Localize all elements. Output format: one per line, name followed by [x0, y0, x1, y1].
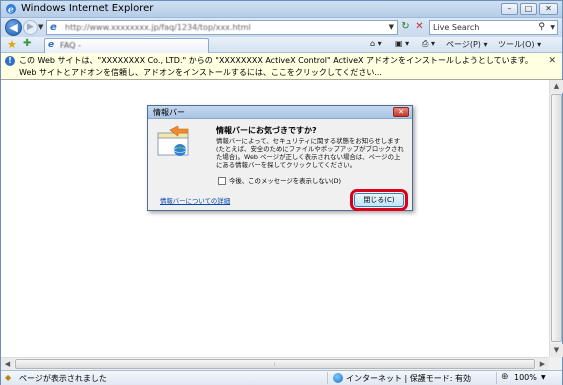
- search-placeholder[interactable]: Live Search: [433, 23, 479, 32]
- page-icon: e: [50, 22, 57, 33]
- print-icon[interactable]: ⎙ ▾: [422, 39, 435, 49]
- address-url[interactable]: http://www.xxxxxxxx.jp/faq/1234/top/xxx.…: [65, 23, 251, 32]
- dialog-body-text: 情報バーによって、セキュリティに関する状態をお知らせします (たとえば、安全のた…: [216, 137, 404, 169]
- browser-window: e Windows Internet Explorer – □ ✕ ◀ ▶ ▼ …: [0, 0, 563, 385]
- search-box[interactable]: Live Search ⚲ ▼: [429, 20, 558, 35]
- scroll-right-icon[interactable]: ▶: [536, 358, 549, 370]
- dialog-close-text-button[interactable]: 閉じる(C): [354, 193, 404, 207]
- status-divider: [327, 372, 328, 384]
- browser-tab[interactable]: e FAQ -: [44, 38, 209, 53]
- tab-label[interactable]: FAQ -: [60, 41, 81, 50]
- maximize-button[interactable]: □: [520, 3, 537, 15]
- security-zone-text[interactable]: インターネット | 保護モード: 有効: [346, 373, 471, 384]
- page-menu-label[interactable]: ページ(P): [446, 40, 481, 49]
- page-menu[interactable]: ページ(P) ▾: [446, 39, 487, 50]
- search-dropdown-icon[interactable]: ▼: [550, 24, 555, 31]
- scroll-corner: [549, 357, 562, 370]
- scroll-left-icon[interactable]: ◀: [1, 358, 14, 370]
- window-title: Windows Internet Explorer: [21, 3, 154, 14]
- zoom-dropdown-icon[interactable]: ▼: [541, 374, 546, 381]
- back-button[interactable]: ◀: [5, 19, 22, 36]
- window-controls: – □ ✕: [501, 3, 558, 15]
- horizontal-scrollbar[interactable]: ◀ ⦙ ▶: [1, 357, 549, 370]
- search-icon[interactable]: ⚲: [538, 22, 545, 32]
- page-loaded-icon: ◆: [5, 373, 12, 382]
- zoom-icon[interactable]: ⊕: [501, 372, 509, 382]
- vertical-scroll-thumb[interactable]: [551, 94, 562, 342]
- information-bar-illustration-icon: [157, 126, 189, 156]
- tab-page-icon: e: [48, 40, 55, 50]
- scroll-grip-icon: ⦙: [274, 361, 276, 368]
- ie-logo-icon: e: [6, 4, 16, 16]
- address-dropdown-icon[interactable]: ▼: [389, 23, 394, 31]
- dialog-title: 情報バー: [153, 108, 185, 117]
- address-row: ◀ ▶ ▼ e http://www.xxxxxxxx.jp/faq/1234/…: [1, 18, 562, 37]
- address-bar[interactable]: e http://www.xxxxxxxx.jp/faq/1234/top/xx…: [46, 20, 398, 35]
- command-bar: ★ ✚ e FAQ - ⌂ ▾ ▣ ▾ ⎙ ▾ ページ(P) ▾ ツール(O) …: [1, 37, 562, 53]
- forward-button[interactable]: ▶: [23, 20, 38, 35]
- information-bar-text[interactable]: この Web サイトは、"XXXXXXXX Co., LTD." からの "XX…: [19, 55, 539, 79]
- home-icon[interactable]: ⌂ ▾: [370, 39, 382, 48]
- status-text: ページが表示されました: [19, 374, 107, 383]
- scroll-up-icon[interactable]: ▲: [550, 80, 563, 93]
- information-bar[interactable]: ! この Web サイトは、"XXXXXXXX Co., LTD." からの "…: [1, 53, 562, 80]
- infobar-close-icon[interactable]: ✕: [548, 56, 556, 66]
- vertical-scrollbar[interactable]: ▲ ▼: [549, 80, 563, 357]
- history-dropdown-icon[interactable]: ▼: [38, 23, 43, 31]
- dialog-title-bar: 情報バー ✕: [148, 106, 412, 119]
- feeds-icon[interactable]: ▣ ▾: [395, 39, 409, 48]
- svg-text:e: e: [8, 6, 14, 16]
- dialog-heading: 情報バーにお気づきですか?: [216, 126, 317, 135]
- internet-zone-icon[interactable]: [333, 373, 343, 383]
- favorites-star-icon[interactable]: ★: [7, 38, 17, 51]
- information-bar-dialog: 情報バー ✕ 情報バーにお気づきですか? 情報バーによって、セキュリティに関する…: [147, 105, 413, 211]
- horizontal-scroll-thumb[interactable]: ⦙: [15, 359, 535, 369]
- shield-info-icon: !: [5, 56, 15, 66]
- dont-show-again-label[interactable]: 今後、このメッセージを表示しない(D): [229, 176, 341, 185]
- zoom-level[interactable]: 100%: [514, 373, 537, 382]
- scroll-down-icon[interactable]: ▼: [550, 344, 563, 357]
- add-favorites-icon[interactable]: ✚: [23, 38, 31, 49]
- info-bar-help-link[interactable]: 情報バーについての詳細: [160, 196, 230, 205]
- refresh-icon[interactable]: ↻: [399, 20, 412, 34]
- dont-show-again-checkbox[interactable]: [218, 177, 226, 185]
- title-bar: e Windows Internet Explorer – □ ✕: [1, 1, 562, 18]
- stop-icon[interactable]: ✕: [413, 20, 426, 34]
- minimize-button[interactable]: –: [501, 3, 518, 15]
- status-divider: [496, 372, 497, 384]
- close-window-button[interactable]: ✕: [539, 3, 558, 15]
- dialog-close-button[interactable]: ✕: [393, 107, 409, 117]
- tools-menu[interactable]: ツール(O) ▾: [498, 39, 541, 50]
- status-bar: ◆ ページが表示されました インターネット | 保護モード: 有効 ⊕ 100%…: [1, 370, 562, 385]
- tools-menu-label[interactable]: ツール(O): [498, 40, 535, 49]
